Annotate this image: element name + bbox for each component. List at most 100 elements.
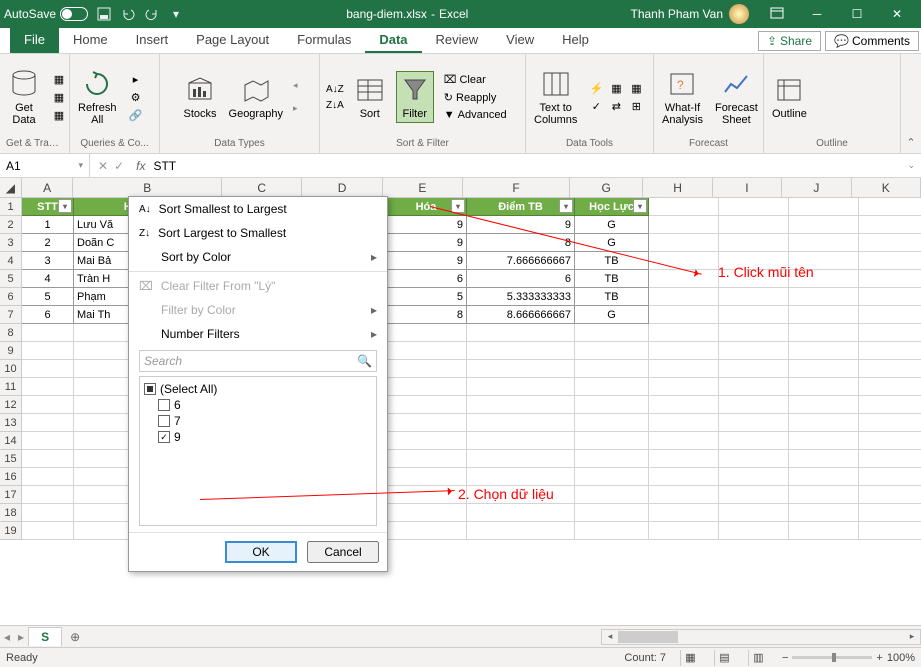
cell[interactable] xyxy=(649,270,719,288)
cancel-formula-icon[interactable]: ✕ xyxy=(98,159,108,173)
cell[interactable] xyxy=(649,468,719,486)
row-header[interactable]: 13 xyxy=(0,414,22,432)
column-header[interactable]: J xyxy=(782,178,851,197)
column-header[interactable]: H xyxy=(643,178,712,197)
cell[interactable] xyxy=(649,432,719,450)
share-button[interactable]: ⇪Share xyxy=(758,31,821,51)
cell[interactable] xyxy=(467,450,575,468)
cell[interactable] xyxy=(467,378,575,396)
data-model-icon[interactable]: ⊞ xyxy=(627,98,645,114)
cell[interactable] xyxy=(789,324,859,342)
zoom-level[interactable]: 100% xyxy=(887,652,915,664)
tab-home[interactable]: Home xyxy=(59,28,122,53)
cell[interactable]: 9 xyxy=(386,216,467,234)
cell[interactable] xyxy=(719,288,789,306)
cell[interactable] xyxy=(719,414,789,432)
cell[interactable] xyxy=(859,504,921,522)
cell[interactable] xyxy=(22,450,74,468)
cell[interactable] xyxy=(22,342,74,360)
maximize-button[interactable]: ☐ xyxy=(837,0,877,28)
cell[interactable] xyxy=(719,324,789,342)
cell[interactable] xyxy=(859,306,921,324)
table-header-cell[interactable]: Học Lực▾ xyxy=(575,198,649,216)
row-header[interactable]: 1 xyxy=(0,198,22,216)
column-header[interactable]: B xyxy=(73,178,222,197)
column-header[interactable]: I xyxy=(713,178,782,197)
sort-asc-item[interactable]: A↓Sort Smallest to Largest xyxy=(129,197,387,221)
cell[interactable]: 5 xyxy=(386,288,467,306)
cell[interactable] xyxy=(859,252,921,270)
horizontal-scrollbar[interactable]: ◂ ▸ xyxy=(601,629,921,645)
cell[interactable] xyxy=(719,252,789,270)
cell[interactable] xyxy=(859,396,921,414)
cell[interactable]: 5.333333333 xyxy=(467,288,575,306)
cell[interactable] xyxy=(649,216,719,234)
cell[interactable] xyxy=(575,486,649,504)
cell[interactable] xyxy=(467,396,575,414)
cell[interactable] xyxy=(719,504,789,522)
cell[interactable] xyxy=(719,198,789,216)
redo-icon[interactable] xyxy=(144,6,160,22)
cell[interactable] xyxy=(859,288,921,306)
cell[interactable] xyxy=(789,414,859,432)
zoom-slider[interactable] xyxy=(792,656,872,659)
cell[interactable] xyxy=(719,342,789,360)
row-header[interactable]: 7 xyxy=(0,306,22,324)
scroll-right-icon[interactable]: ▸ xyxy=(904,630,920,644)
geography-button[interactable]: Geography xyxy=(227,72,285,122)
cell[interactable] xyxy=(22,432,74,450)
filter-option[interactable]: 6 xyxy=(144,397,372,413)
cell[interactable] xyxy=(859,450,921,468)
tab-file[interactable]: File xyxy=(10,28,59,53)
user-account[interactable]: Thanh Pham Van xyxy=(630,4,749,24)
cell[interactable] xyxy=(859,324,921,342)
cell[interactable] xyxy=(575,396,649,414)
comments-button[interactable]: 💬Comments xyxy=(825,31,919,51)
row-header[interactable]: 10 xyxy=(0,360,22,378)
cell[interactable] xyxy=(719,234,789,252)
cell[interactable] xyxy=(719,396,789,414)
tab-help[interactable]: Help xyxy=(548,28,603,53)
cell[interactable]: 1 xyxy=(22,216,74,234)
cell[interactable] xyxy=(575,468,649,486)
cell[interactable] xyxy=(649,450,719,468)
cell[interactable]: 3 xyxy=(22,252,74,270)
cell[interactable] xyxy=(467,468,575,486)
cell[interactable] xyxy=(649,504,719,522)
cell[interactable]: 5 xyxy=(22,288,74,306)
row-header[interactable]: 17 xyxy=(0,486,22,504)
sort-button[interactable]: Sort xyxy=(352,72,388,122)
sheet-nav-prev-icon[interactable]: ◂ xyxy=(0,630,14,644)
cell[interactable] xyxy=(719,216,789,234)
minimize-button[interactable]: ─ xyxy=(797,0,837,28)
select-all-corner[interactable]: ◢ xyxy=(0,178,22,197)
cell[interactable] xyxy=(386,504,467,522)
undo-icon[interactable] xyxy=(120,6,136,22)
cell[interactable] xyxy=(649,198,719,216)
cell[interactable] xyxy=(649,396,719,414)
cell[interactable] xyxy=(649,324,719,342)
row-header[interactable]: 4 xyxy=(0,252,22,270)
cell[interactable] xyxy=(22,360,74,378)
table-header-cell[interactable]: STT▾ xyxy=(22,198,74,216)
datatype-prev-icon[interactable]: ◂ xyxy=(293,80,298,91)
cell[interactable] xyxy=(859,270,921,288)
cell[interactable]: TB xyxy=(575,252,649,270)
cell[interactable] xyxy=(467,522,575,540)
cell[interactable] xyxy=(467,504,575,522)
relationships-icon[interactable]: ⇄ xyxy=(607,98,625,114)
cell[interactable] xyxy=(467,432,575,450)
collapse-ribbon-icon[interactable]: ⌃ xyxy=(901,54,921,153)
row-header[interactable]: 14 xyxy=(0,432,22,450)
cell[interactable] xyxy=(467,342,575,360)
cell[interactable] xyxy=(859,360,921,378)
cell[interactable] xyxy=(719,378,789,396)
cell[interactable]: 8.666666667 xyxy=(467,306,575,324)
cell[interactable]: 4 xyxy=(22,270,74,288)
from-text-icon[interactable]: ▦ xyxy=(50,71,68,87)
from-table-icon[interactable]: ▦ xyxy=(50,107,68,123)
cell[interactable] xyxy=(789,306,859,324)
cell[interactable] xyxy=(789,288,859,306)
cell[interactable] xyxy=(386,522,467,540)
cell[interactable] xyxy=(719,432,789,450)
